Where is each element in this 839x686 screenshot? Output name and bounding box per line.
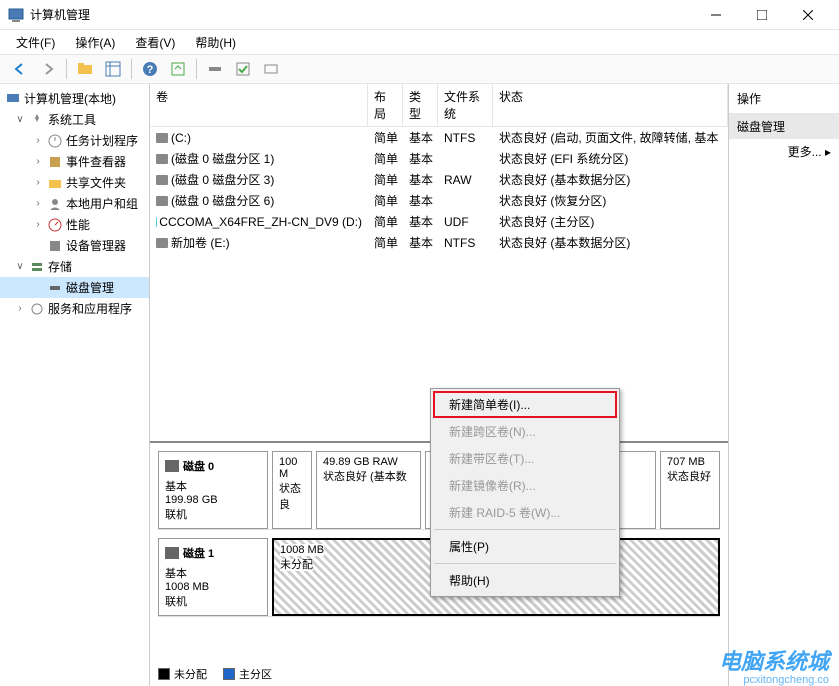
partition[interactable]: 100 M 状态良 xyxy=(272,451,312,529)
expand-icon[interactable]: › xyxy=(32,219,44,230)
expand-icon[interactable]: ∨ xyxy=(14,114,26,125)
tree-disk-management[interactable]: 磁盘管理 xyxy=(0,277,149,298)
tools-icon xyxy=(29,112,45,128)
header-type[interactable]: 类型 xyxy=(403,84,438,126)
context-menu: 新建简单卷(I)... 新建跨区卷(N)... 新建带区卷(T)... 新建镜像… xyxy=(430,388,620,597)
header-status[interactable]: 状态 xyxy=(493,84,728,126)
menu-file[interactable]: 文件(F) xyxy=(8,32,63,53)
menu-new-simple-volume[interactable]: 新建简单卷(I)... xyxy=(433,391,617,418)
actions-more[interactable]: 更多... ▸ xyxy=(729,139,839,164)
minimize-button[interactable] xyxy=(693,0,739,30)
tree-performance[interactable]: › 性能 xyxy=(0,214,149,235)
volume-icon xyxy=(156,238,168,248)
menu-action[interactable]: 操作(A) xyxy=(67,32,123,53)
app-icon xyxy=(8,7,24,23)
volume-icon xyxy=(156,196,168,206)
refresh-button[interactable] xyxy=(166,57,190,81)
clock-icon xyxy=(47,133,63,149)
expand-icon[interactable]: › xyxy=(14,303,26,314)
tree-device-manager[interactable]: 设备管理器 xyxy=(0,235,149,256)
hdd-icon xyxy=(165,460,179,472)
disk-icon xyxy=(47,280,63,296)
expand-icon[interactable]: › xyxy=(32,156,44,167)
maximize-button[interactable] xyxy=(739,0,785,30)
disk-1-info[interactable]: 磁盘 1 基本 1008 MB 联机 xyxy=(158,538,268,616)
actions-subheader: 磁盘管理 xyxy=(729,114,839,139)
partition[interactable]: 707 MB 状态良好 xyxy=(660,451,720,529)
tree-root[interactable]: 计算机管理(本地) xyxy=(0,88,149,109)
tree-local-users[interactable]: › 本地用户和组 xyxy=(0,193,149,214)
watermark-url: pcxitongcheng.co xyxy=(743,674,829,686)
menu-new-raid5-volume: 新建 RAID-5 卷(W)... xyxy=(433,499,617,526)
partition[interactable]: 49.89 GB RAW 状态良好 (基本数 xyxy=(316,451,421,529)
view-button[interactable] xyxy=(101,57,125,81)
expand-icon[interactable]: › xyxy=(32,135,44,146)
device-icon xyxy=(47,238,63,254)
tree-task-scheduler[interactable]: › 任务计划程序 xyxy=(0,130,149,151)
tool-button-3[interactable] xyxy=(259,57,283,81)
window-title: 计算机管理 xyxy=(30,6,693,23)
users-icon xyxy=(47,196,63,212)
header-volume[interactable]: 卷 xyxy=(150,84,368,126)
header-layout[interactable]: 布局 xyxy=(368,84,403,126)
volume-row[interactable]: (磁盘 0 磁盘分区 6)简单基本状态良好 (恢复分区) xyxy=(150,190,728,211)
tree-shared-folders[interactable]: › 共享文件夹 xyxy=(0,172,149,193)
svg-text:?: ? xyxy=(147,64,154,76)
volume-row[interactable]: (磁盘 0 磁盘分区 1)简单基本状态良好 (EFI 系统分区) xyxy=(150,148,728,169)
volume-icon xyxy=(156,133,168,143)
back-button[interactable] xyxy=(8,57,32,81)
menu-properties[interactable]: 属性(P) xyxy=(433,533,617,560)
tree-storage[interactable]: ∨ 存储 xyxy=(0,256,149,277)
expand-icon[interactable]: ∨ xyxy=(14,261,26,272)
disk-0-info[interactable]: 磁盘 0 基本 199.98 GB 联机 xyxy=(158,451,268,529)
expand-icon[interactable]: › xyxy=(32,198,44,209)
expand-icon[interactable]: › xyxy=(32,177,44,188)
volume-row[interactable]: (磁盘 0 磁盘分区 3)简单基本RAW状态良好 (基本数据分区) xyxy=(150,169,728,190)
actions-panel: 操作 磁盘管理 更多... ▸ xyxy=(729,84,839,686)
menu-view[interactable]: 查看(V) xyxy=(127,32,183,53)
forward-button[interactable] xyxy=(36,57,60,81)
folder-button[interactable] xyxy=(73,57,97,81)
close-button[interactable] xyxy=(785,0,831,30)
computer-icon xyxy=(5,91,21,107)
tool-button-2[interactable] xyxy=(231,57,255,81)
services-icon xyxy=(29,301,45,317)
watermark: 电脑系统城 xyxy=(719,644,829,676)
volume-row[interactable]: 新加卷 (E:)简单基本NTFS状态良好 (基本数据分区) xyxy=(150,232,728,253)
legend-unallocated: 未分配 xyxy=(158,666,207,682)
folder-icon xyxy=(47,175,63,191)
volume-icon xyxy=(156,175,168,185)
performance-icon xyxy=(47,217,63,233)
menu-help[interactable]: 帮助(H) xyxy=(187,32,244,53)
menu-new-spanned-volume: 新建跨区卷(N)... xyxy=(433,418,617,445)
menu-new-striped-volume: 新建带区卷(T)... xyxy=(433,445,617,472)
volume-icon xyxy=(156,154,168,164)
storage-icon xyxy=(29,259,45,275)
tree-event-viewer[interactable]: › 事件查看器 xyxy=(0,151,149,172)
hdd-icon xyxy=(165,547,179,559)
volume-row[interactable]: (C:)简单基本NTFS状态良好 (启动, 页面文件, 故障转储, 基本 xyxy=(150,127,728,148)
actions-header: 操作 xyxy=(729,84,839,114)
menu-help[interactable]: 帮助(H) xyxy=(433,567,617,594)
tree-services-apps[interactable]: › 服务和应用程序 xyxy=(0,298,149,319)
header-filesystem[interactable]: 文件系统 xyxy=(438,84,493,126)
navigation-tree: 计算机管理(本地) ∨ 系统工具 › 任务计划程序 › 事件查看器 › 共享文件… xyxy=(0,84,150,686)
tool-button-1[interactable] xyxy=(203,57,227,81)
volume-row[interactable]: CCCOMA_X64FRE_ZH-CN_DV9 (D:)简单基本UDF状态良好 … xyxy=(150,211,728,232)
legend-primary: 主分区 xyxy=(223,666,272,682)
tree-system-tools[interactable]: ∨ 系统工具 xyxy=(0,109,149,130)
event-icon xyxy=(47,154,63,170)
menu-new-mirrored-volume: 新建镜像卷(R)... xyxy=(433,472,617,499)
help-button[interactable]: ? xyxy=(138,57,162,81)
